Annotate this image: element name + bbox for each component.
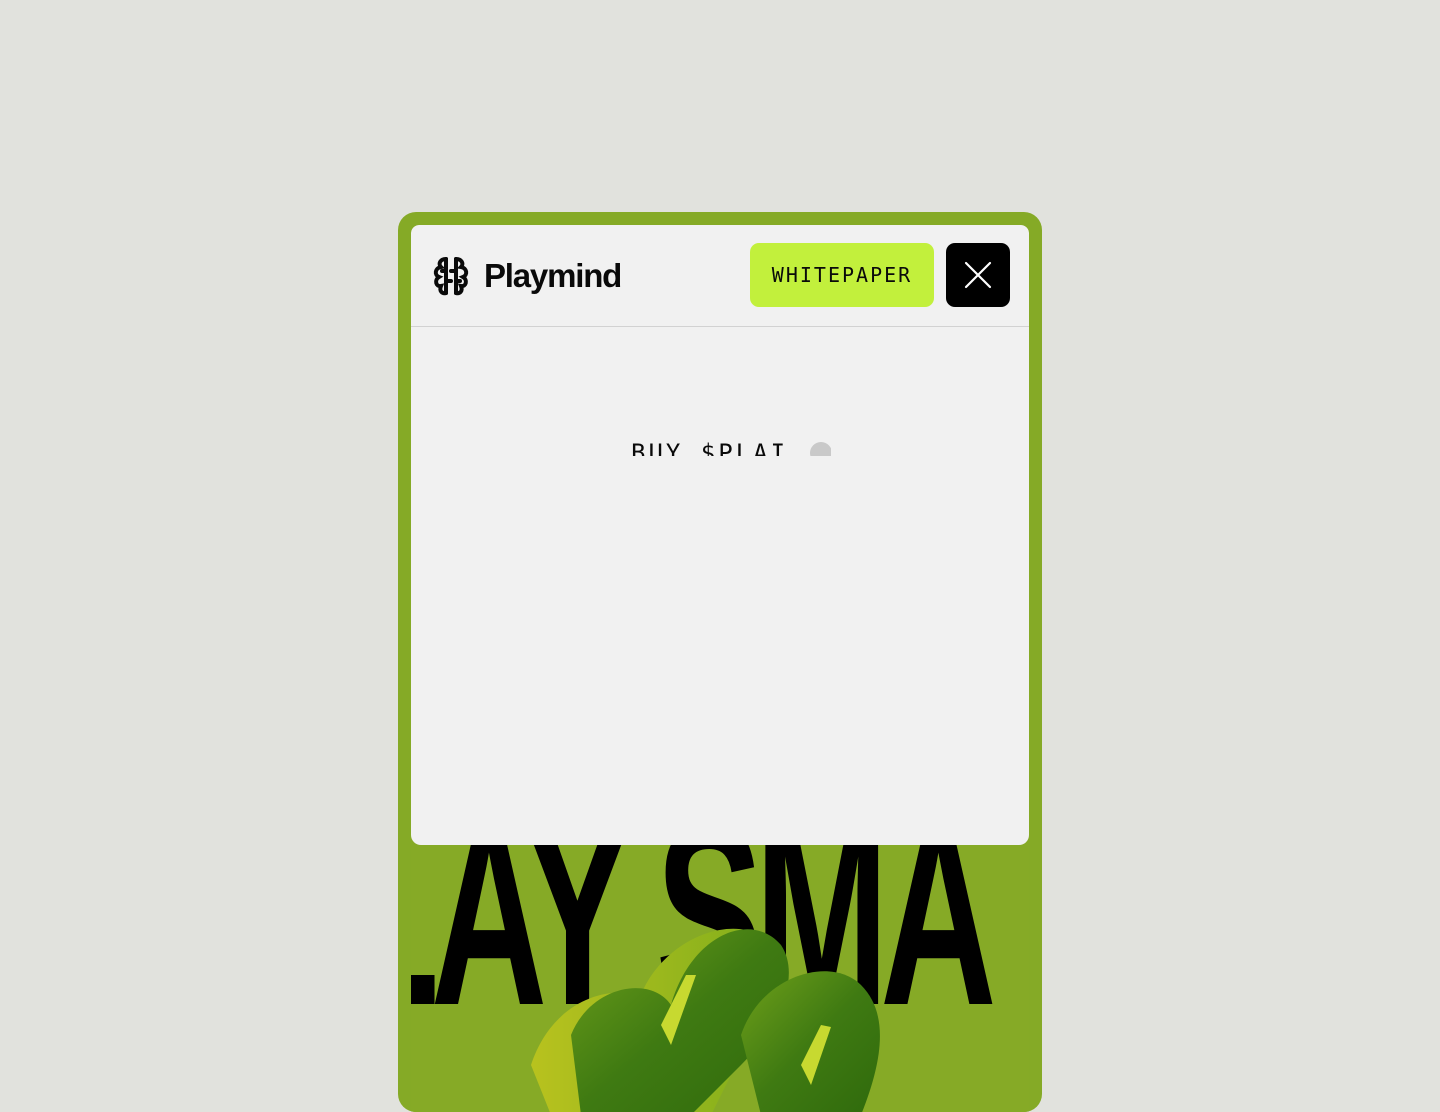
brain-icon <box>433 257 469 296</box>
brand-name: Playmind <box>484 257 622 294</box>
close-icon <box>964 261 992 289</box>
hero-3d-shapes <box>531 928 880 1112</box>
menu-item-buy-label: BUY $PLAI <box>631 439 789 456</box>
brand-logo[interactable]: Playmind <box>430 255 622 297</box>
menu-item-buy[interactable]: BUY $PLAI <box>631 439 831 456</box>
close-menu-button[interactable] <box>946 243 1010 307</box>
device-frame: LAY SMA <box>398 212 1042 1112</box>
screen: LAY SMA <box>411 225 1029 1112</box>
whitepaper-button[interactable]: WHITEPAPER <box>750 243 934 307</box>
menu-sheet: Playmind WHITEPAPER BUY $PLAI <box>411 225 1029 845</box>
menu-header: Playmind WHITEPAPER <box>411 225 1029 327</box>
token-icon <box>810 442 831 456</box>
menu-item-clip: BUY $PLAI <box>611 437 831 456</box>
